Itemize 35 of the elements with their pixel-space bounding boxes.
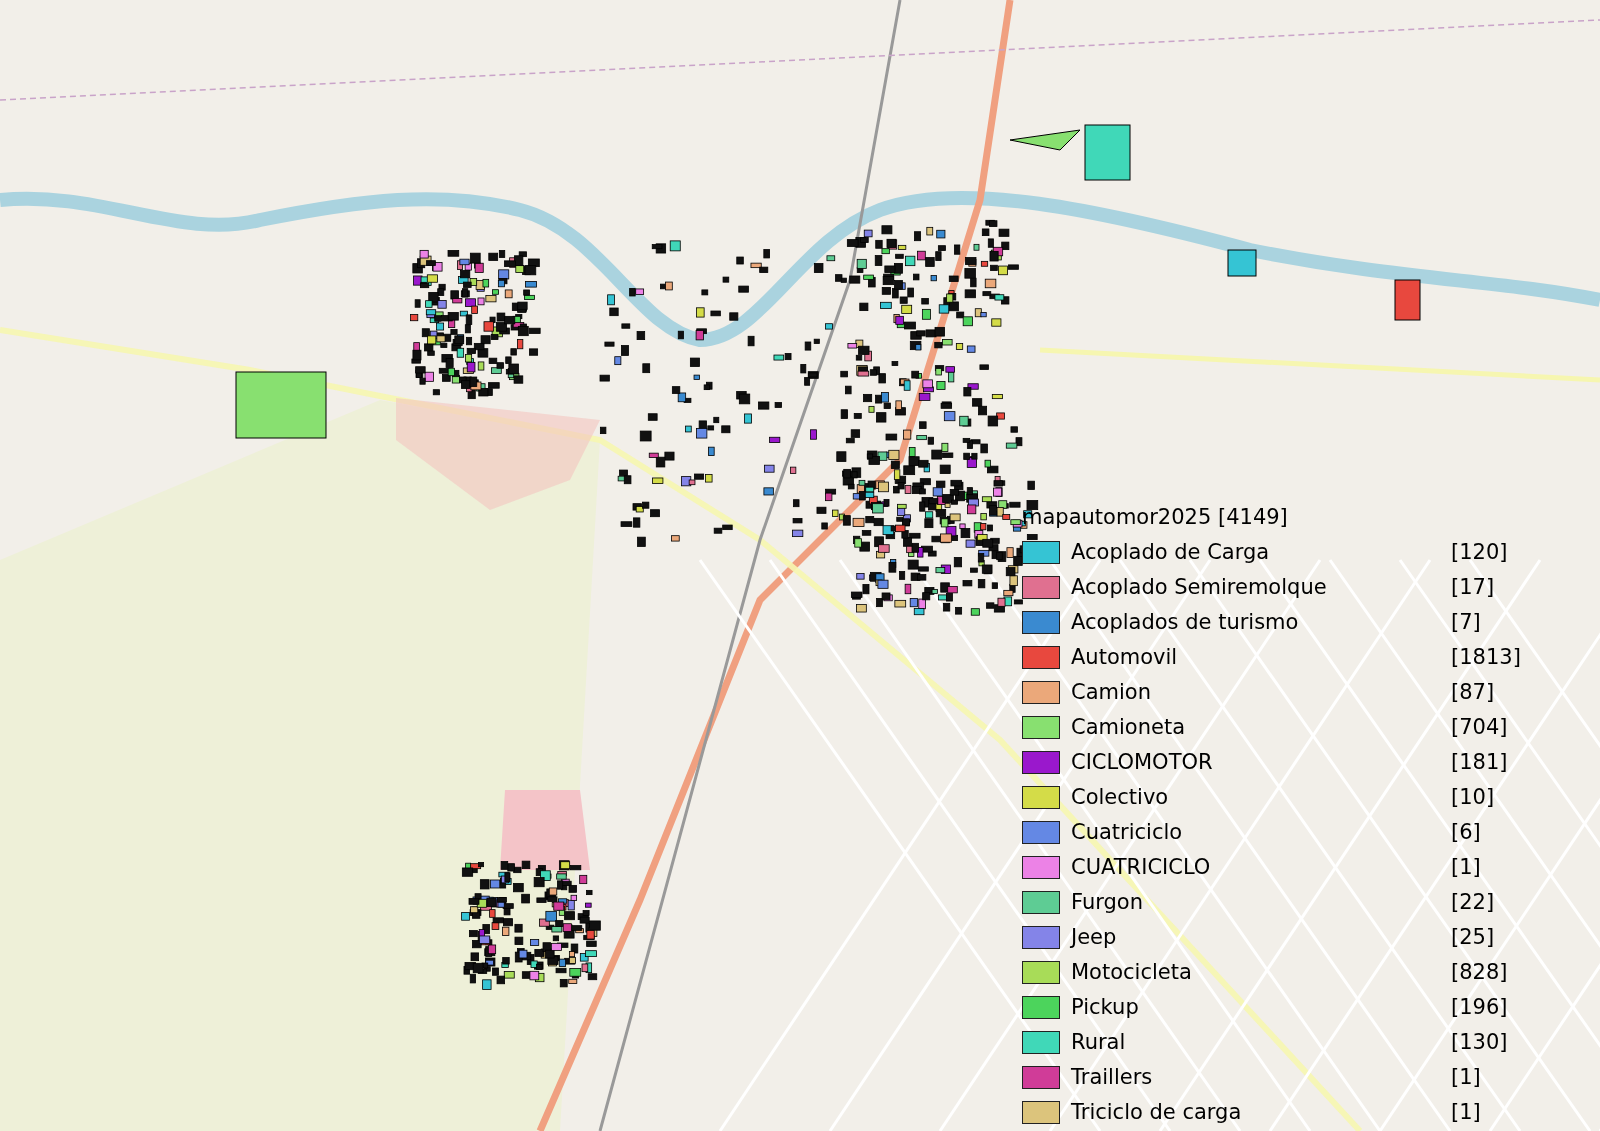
legend-label: Triciclo de carga <box>1071 1099 1243 1126</box>
legend-count: [120] <box>1451 539 1508 566</box>
legend-count: [1] <box>1451 1064 1481 1091</box>
legend-count: [196] <box>1451 994 1508 1021</box>
legend-count: [1] <box>1451 854 1481 881</box>
legend-count: [25] <box>1451 924 1495 951</box>
legend-count: [87] <box>1451 679 1495 706</box>
legend-count: [17] <box>1451 574 1495 601</box>
legend-count: [130] <box>1451 1029 1508 1056</box>
legend-count: [6] <box>1451 819 1481 846</box>
legend-label: Camioneta <box>1071 714 1186 741</box>
legend-label: CUATRICICLO <box>1071 854 1212 881</box>
legend-count: [1813] <box>1451 644 1521 671</box>
legend-count: [828] <box>1451 959 1508 986</box>
legend-label: Rural <box>1071 1029 1127 1056</box>
legend-label: Camion <box>1071 679 1152 706</box>
legend-count: [22] <box>1451 889 1495 916</box>
legend-count: [7] <box>1451 609 1481 636</box>
legend-count: [181] <box>1451 749 1508 776</box>
legend-count: [10] <box>1451 784 1495 811</box>
legend-label: Acoplados de turismo <box>1071 609 1300 636</box>
legend-count: [1] <box>1451 1099 1481 1126</box>
legend-label: Pickup <box>1071 994 1140 1021</box>
legend-label: CICLOMOTOR <box>1071 749 1214 776</box>
legend-label: Colectivo <box>1071 784 1170 811</box>
legend-label: Automovil <box>1071 644 1179 671</box>
legend-count: [704] <box>1451 714 1508 741</box>
legend-label: Traillers <box>1071 1064 1154 1091</box>
legend-label: Jeep <box>1071 924 1118 951</box>
legend-label: Acoplado Semiremolque <box>1071 574 1328 601</box>
legend-label: Motocicleta <box>1071 959 1193 986</box>
legend-label: Cuatriciclo <box>1071 819 1184 846</box>
legend-title: mapautomor2025 [4149] <box>1022 504 1289 531</box>
legend-label: Acoplado de Carga <box>1071 539 1271 566</box>
legend-label: Furgon <box>1071 889 1144 916</box>
